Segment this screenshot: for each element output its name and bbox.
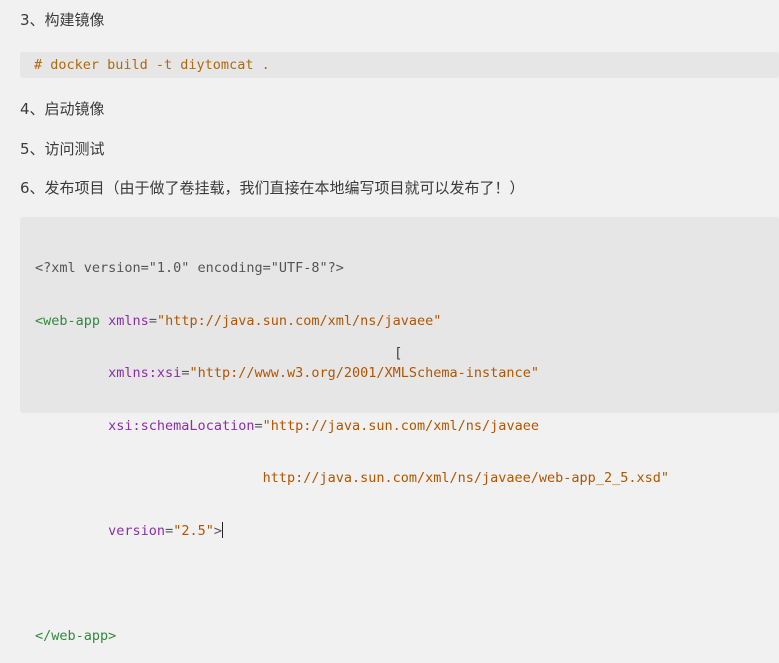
xmlns-xsi-value: "http://www.w3.org/2001/XMLSchema-instan… [189,365,539,382]
version-attribute: version [108,522,166,539]
xml-version-line[interactable]: version="2.5"> [35,521,779,542]
schema-location-attribute: xsi:schemaLocation [108,417,255,434]
xml-declaration-line: <?xml version="1.0" encoding="UTF-8"?> [35,258,779,279]
xmlns-value: "http://java.sun.com/xml/ns/javaee" [156,312,442,329]
step-build-heading: 3、构建镜像 [20,11,105,29]
web-app-open-tag: <web-app [35,312,101,329]
docker-build-command: # docker build -t diytomcat . [20,52,779,78]
xml-schema-continuation-line: http://java.sun.com/xml/ns/javaee/web-ap… [35,468,779,489]
schema-location-value-1: "http://java.sun.com/xml/ns/javaee [262,417,539,434]
web-app-close-tag: </web-app> [35,628,117,645]
open-tag-close-bracket: > [213,522,222,539]
xmlns-xsi-attribute: xmlns:xsi [108,365,182,382]
step-start-heading: 4、启动镜像 [20,100,105,118]
xml-xsi-line: xmlns:xsi="http://www.w3.org/2001/XMLSch… [108,365,539,382]
schema-location-value-2: http://java.sun.com/xml/ns/javaee/web-ap… [262,470,669,487]
web-xml-code-block: <?xml version="1.0" encoding="UTF-8"?> <… [20,217,779,644]
step-publish-heading: 6、发布项目（由于做了卷挂载，我们直接在本地编写项目就可以发布了！） [20,179,525,197]
xml-open-tag-line: <web-app xmlns="http://java.sun.com/xml/… [35,312,442,329]
version-value: "2.5" [173,522,214,539]
ibeam-cursor-icon: [ [394,346,403,362]
text-caret [221,521,223,538]
step-test-heading: 5、访问测试 [20,140,105,158]
xml-close-tag-line: </web-app> [35,626,779,647]
xml-declaration: <?xml version="1.0" encoding="UTF-8"?> [35,260,344,276]
xml-empty-line [35,574,779,595]
xmlns-attribute: xmlns [108,312,149,329]
xml-schema-line: xsi:schemaLocation="http://java.sun.com/… [108,417,539,434]
